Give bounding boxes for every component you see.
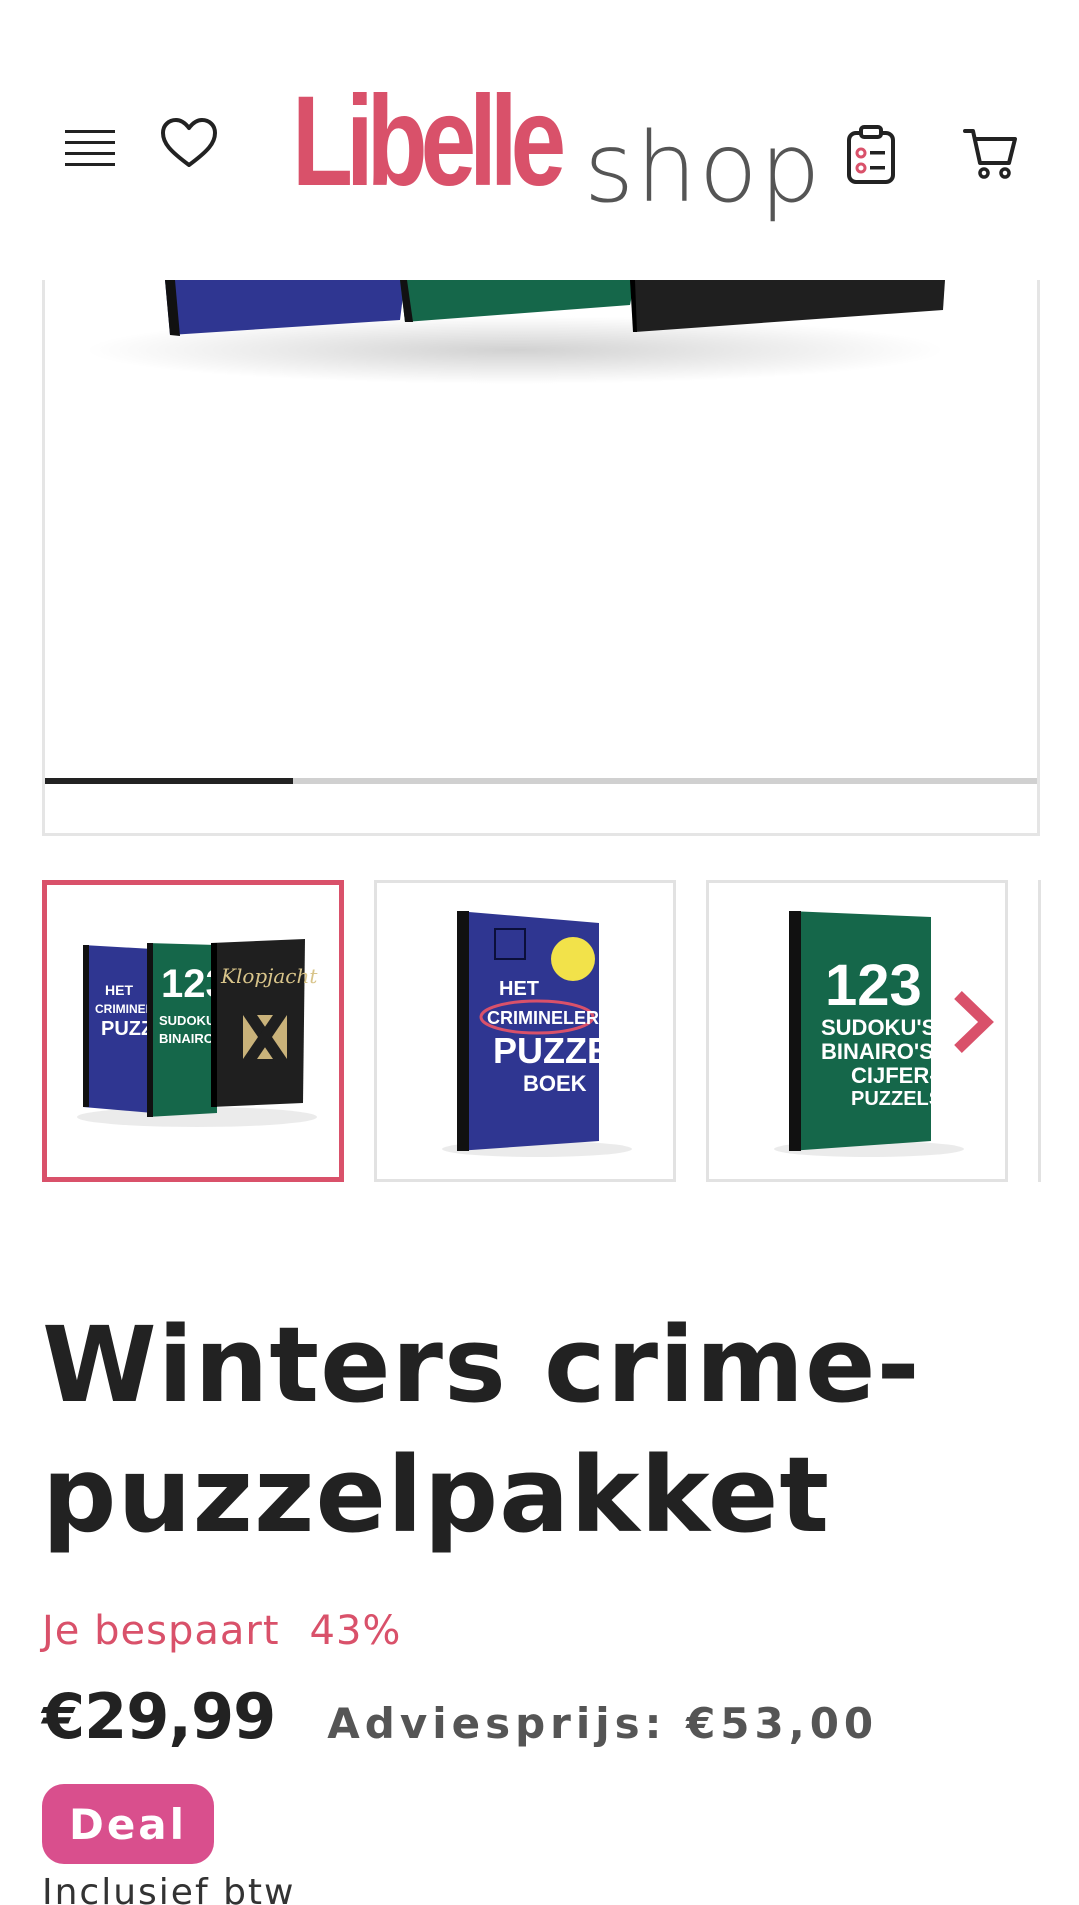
- logo-brand: Libelle: [292, 70, 566, 213]
- logo-shop: shop: [584, 112, 823, 224]
- book3-l3: BINAIRO'S: [821, 1039, 934, 1064]
- book3-l4: CIJFER-: [851, 1063, 937, 1088]
- vat-note: Inclusief btw: [42, 1872, 296, 1905]
- thumbnail-1[interactable]: HET CRIMINELERE PUZZEL 123 SUDOKU'S, BIN…: [42, 880, 344, 1182]
- deal-badge: Deal: [42, 1784, 214, 1864]
- thumbnail-strip: HET CRIMINELERE PUZZEL 123 SUDOKU'S, BIN…: [42, 880, 1079, 1182]
- clipboard-list-icon[interactable]: [838, 120, 904, 190]
- thumbnail-image-bundle: HET CRIMINELERE PUZZEL 123 SUDOKU'S, BIN…: [77, 939, 318, 1127]
- book2-l3: PUZZEL: [493, 1030, 633, 1071]
- thumbnail-4-edge[interactable]: [1038, 880, 1041, 1182]
- product-image: [85, 280, 945, 384]
- product-image-carousel[interactable]: [42, 280, 1040, 836]
- product-price: €29,99: [42, 1680, 276, 1753]
- thumbnail-2[interactable]: HET CRIMINELERE PUZZEL BOEK: [374, 880, 676, 1182]
- book3-l5: PUZZELS: [851, 1088, 942, 1110]
- savings-row: Je bespaart 43%: [42, 1608, 401, 1654]
- book2-l1: HET: [499, 978, 539, 1000]
- book3-l1: 123: [825, 953, 922, 1018]
- hamburger-menu-icon[interactable]: [60, 120, 120, 180]
- carousel-progress-track: [45, 778, 1037, 784]
- book3-l2: SUDOKU'S,: [821, 1015, 942, 1040]
- advice-price: Adviesprijs: €53,00: [327, 1699, 879, 1748]
- site-header: Libelle shop: [0, 0, 1079, 280]
- book-kl-title: Klopjacht: [220, 964, 318, 988]
- product-title: Winters crime-puzzelpakket: [42, 1304, 921, 1556]
- thumbnail-image-puzzelboek: HET CRIMINELERE PUZZEL BOEK: [442, 911, 633, 1157]
- heart-icon[interactable]: [158, 112, 220, 174]
- shopping-cart-icon[interactable]: [958, 120, 1024, 186]
- libelle-shop-logo[interactable]: Libelle shop: [292, 70, 821, 228]
- savings-value: 43%: [309, 1608, 402, 1654]
- chevron-right-icon[interactable]: [942, 982, 1002, 1062]
- book2-l2: CRIMINELERE: [487, 1008, 611, 1028]
- savings-label: Je bespaart: [42, 1608, 280, 1654]
- book-puzzel-l1: HET: [105, 982, 133, 998]
- book2-l4: BOEK: [523, 1071, 587, 1096]
- carousel-progress-fill: [45, 778, 293, 784]
- price-row: €29,99 Adviesprijs: €53,00: [42, 1680, 878, 1753]
